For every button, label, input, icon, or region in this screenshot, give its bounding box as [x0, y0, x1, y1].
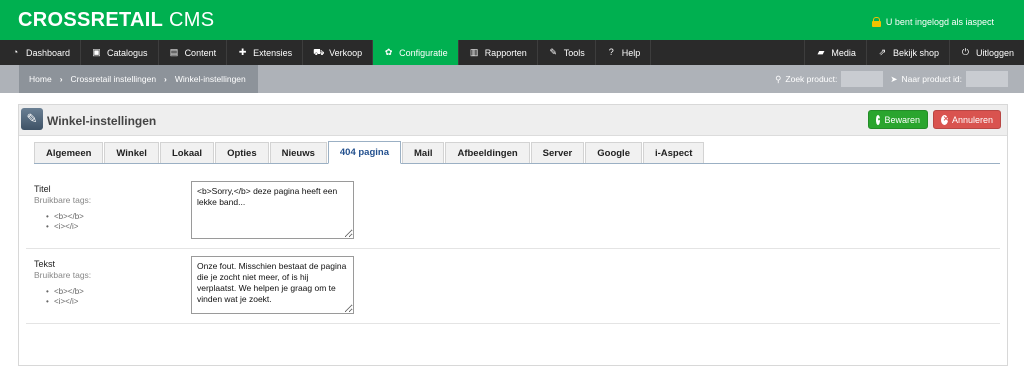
- titel-hint: Bruikbare tags:: [34, 195, 92, 205]
- chevron-right-icon: ›: [164, 74, 167, 84]
- cancel-button-label: Annuleren: [951, 114, 993, 125]
- wrench-icon: ✎: [549, 47, 557, 57]
- goto-product-label: Naar product id:: [901, 74, 962, 84]
- nav-label: Configuratie: [399, 47, 448, 58]
- form-row-titel: Titel Bruikbare tags: <b></b> <i></i> <b…: [26, 174, 1000, 249]
- titel-label: Titel: [34, 184, 51, 194]
- nav-uitloggen[interactable]: ⏻ Uitloggen: [948, 40, 1024, 65]
- nav-media[interactable]: ▰ Media: [804, 40, 866, 65]
- nav-extensies[interactable]: ✚ Extensies: [227, 40, 304, 65]
- nav-label: Content: [184, 47, 217, 58]
- folder-icon: ▰: [817, 47, 825, 57]
- tekst-label: Tekst: [34, 259, 56, 269]
- dashboard-icon: ◔: [12, 47, 19, 57]
- puzzle-icon: ✚: [238, 47, 247, 57]
- goto-product-id-input[interactable]: [966, 71, 1008, 87]
- location-arrow-icon: ➤: [890, 73, 898, 84]
- tab-afbeeldingen[interactable]: Afbeeldingen: [445, 142, 530, 163]
- brand-name: CROSSRETAIL: [18, 9, 164, 31]
- tab-i-aspect[interactable]: i-Aspect: [642, 142, 705, 163]
- content-icon: ▤: [169, 47, 179, 57]
- breadcrumb-home[interactable]: Home: [29, 74, 52, 84]
- search-product-label: Zoek product:: [785, 74, 838, 84]
- basket-icon: ▣: [92, 47, 101, 57]
- nav-help[interactable]: ? Help: [596, 40, 652, 65]
- chevron-right-icon: ›: [59, 74, 63, 84]
- nav-label: Bekijk shop: [892, 47, 939, 58]
- lock-icon: [871, 17, 881, 27]
- nav-label: Extensies: [253, 47, 293, 58]
- breadcrumb: Home › Crossretail instellingen › Winkel…: [19, 65, 258, 93]
- list-item: <b></b>: [46, 287, 84, 297]
- tekst-hint: Bruikbare tags:: [34, 270, 92, 280]
- login-info: U bent ingelogd als iaspect: [871, 17, 994, 27]
- nav-label: Verkoop: [329, 47, 363, 58]
- nav-dashboard[interactable]: ◔ Dashboard: [0, 40, 82, 65]
- bar-chart-icon: ▥: [469, 47, 479, 57]
- breadcrumb-crossretail-instellingen[interactable]: Crossretail instellingen: [71, 74, 157, 84]
- tab-404-pagina[interactable]: 404 pagina: [327, 141, 401, 164]
- nav-configuratie[interactable]: ✿ Configuratie: [373, 40, 459, 65]
- list-item: <b></b>: [46, 212, 84, 222]
- search-icon: ⚲: [775, 73, 782, 84]
- nav-label: Dashboard: [26, 47, 71, 58]
- tab-mail[interactable]: Mail: [402, 142, 445, 163]
- form-row-tekst: Tekst Bruikbare tags: <b></b> <i></i> On…: [26, 249, 1000, 324]
- power-icon: ⏻: [961, 47, 970, 57]
- cart-icon: ⛟: [313, 47, 325, 57]
- nav-verkoop[interactable]: ⛟ Verkoop: [303, 40, 374, 65]
- panel-header: ✎ Winkel-instellingen Bewaren Annuleren: [19, 105, 1007, 136]
- brand-suffix: CMS: [169, 9, 215, 31]
- tab-nieuws[interactable]: Nieuws: [269, 142, 327, 163]
- tekst-textarea[interactable]: Onze fout. Misschien bestaat de pagina d…: [191, 256, 354, 314]
- nav-content[interactable]: ▤ Content: [159, 40, 228, 65]
- login-text: U bent ingelogd als iaspect: [885, 17, 994, 27]
- nav-label: Tools: [563, 47, 585, 58]
- nav-label: Catalogus: [107, 47, 148, 58]
- check-circle-icon: [876, 114, 885, 125]
- titel-textarea[interactable]: <b>Sorry,</b> deze pagina heeft een lekk…: [191, 181, 354, 239]
- list-item: <i></i>: [46, 297, 84, 307]
- cancel-button[interactable]: Annuleren: [933, 110, 1001, 129]
- product-search: ⚲ Zoek product: ➤ Naar product id:: [775, 71, 1008, 87]
- list-item: <i></i>: [46, 222, 84, 232]
- tekst-tag-list: <b></b> <i></i>: [46, 287, 84, 307]
- breadcrumb-bar: Home › Crossretail instellingen › Winkel…: [0, 65, 1024, 93]
- brand-logo[interactable]: CROSSRETAIL CMS: [18, 9, 214, 32]
- settings-tabs: Algemeen Winkel Lokaal Opties Nieuws 404…: [34, 141, 1000, 164]
- tab-opties[interactable]: Opties: [215, 142, 269, 163]
- nav-label: Rapporten: [484, 47, 527, 58]
- wrench-icon: ✎: [21, 108, 43, 130]
- close-circle-icon: [941, 114, 949, 125]
- tab-algemeen[interactable]: Algemeen: [34, 142, 104, 163]
- tab-lokaal[interactable]: Lokaal: [159, 142, 215, 163]
- nav-rapporten[interactable]: ▥ Rapporten: [459, 40, 538, 65]
- top-header: CROSSRETAIL CMS U bent ingelogd als iasp…: [0, 0, 1024, 40]
- nav-bekijk-shop[interactable]: ⇗ Bekijk shop: [865, 40, 949, 65]
- external-link-icon: ⇗: [878, 47, 887, 57]
- nav-label: Help: [621, 47, 641, 58]
- question-icon: ?: [608, 47, 614, 57]
- breadcrumb-current: Winkel-instellingen: [174, 74, 246, 84]
- nav-label: Media: [831, 47, 856, 58]
- main-nav: ◔ Dashboard ▣ Catalogus ▤ Content ✚ Exte…: [0, 40, 1024, 65]
- settings-panel: ✎ Winkel-instellingen Bewaren Annuleren …: [18, 104, 1008, 366]
- nav-tools[interactable]: ✎ Tools: [538, 40, 596, 65]
- tab-google[interactable]: Google: [585, 142, 642, 163]
- titel-tag-list: <b></b> <i></i>: [46, 212, 84, 232]
- nav-catalogus[interactable]: ▣ Catalogus: [81, 40, 159, 65]
- gear-icon: ✿: [384, 47, 393, 57]
- page-title: Winkel-instellingen: [47, 114, 157, 128]
- tab-server[interactable]: Server: [530, 142, 585, 163]
- nav-label: Uitloggen: [975, 47, 1014, 58]
- save-button-label: Bewaren: [884, 114, 920, 125]
- save-button[interactable]: Bewaren: [868, 110, 928, 129]
- search-product-input[interactable]: [841, 71, 884, 87]
- tab-winkel[interactable]: Winkel: [104, 142, 159, 163]
